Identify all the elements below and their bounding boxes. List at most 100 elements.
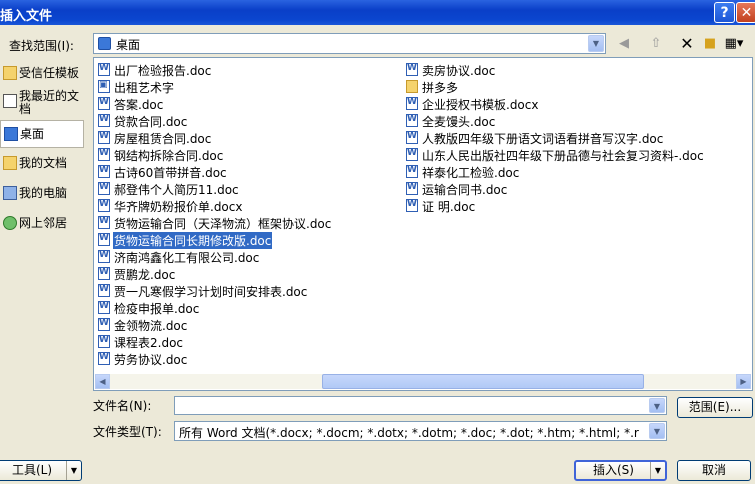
file-name: 古诗60首带拼音.doc bbox=[114, 166, 227, 180]
file-name: 郝登伟个人简历11.doc bbox=[114, 183, 239, 197]
file-name: 货物运输合同（天泽物流）框架协议.doc bbox=[114, 217, 332, 231]
word-doc-icon bbox=[98, 63, 110, 76]
word-doc-icon bbox=[406, 199, 418, 212]
file-name: 货物运输合同长期修改版.doc bbox=[113, 232, 273, 249]
place-my-computer[interactable]: 我的电脑 bbox=[0, 180, 84, 208]
tools-button[interactable]: 工具(L) ▼ bbox=[0, 460, 82, 481]
place-network[interactable]: 网上邻居 bbox=[0, 210, 84, 238]
image-file-icon bbox=[98, 80, 110, 93]
filename-label: 文件名(N): bbox=[93, 399, 152, 413]
word-doc-icon bbox=[98, 335, 110, 348]
file-name: 出厂检验报告.doc bbox=[114, 64, 212, 78]
word-doc-icon bbox=[98, 148, 110, 161]
tools-label: 工具(L) bbox=[11, 463, 53, 477]
place-label: 我的电脑 bbox=[19, 186, 68, 200]
file-name: 贷款合同.doc bbox=[114, 115, 188, 129]
file-name: 企业授权书模板.docx bbox=[422, 98, 539, 112]
folder-icon bbox=[406, 80, 418, 93]
word-doc-icon bbox=[406, 165, 418, 178]
file-name: 卖房协议.doc bbox=[422, 64, 496, 78]
place-label: 我最近的文档 bbox=[19, 89, 80, 116]
place-recent-docs[interactable]: 我最近的文档 bbox=[0, 88, 84, 122]
place-trusted-templates[interactable]: 受信任模板 bbox=[0, 60, 84, 88]
file-name: 祥泰化工检验.doc bbox=[422, 166, 520, 180]
word-doc-icon bbox=[98, 267, 110, 280]
scroll-thumb[interactable] bbox=[322, 374, 644, 389]
place-label: 网上邻居 bbox=[19, 216, 68, 230]
word-doc-icon bbox=[98, 318, 110, 331]
network-icon bbox=[3, 216, 17, 230]
back-icon[interactable]: ◀ bbox=[613, 35, 635, 53]
title-bar: 插入文件 ? ✕ bbox=[0, 0, 755, 25]
word-doc-icon bbox=[98, 352, 110, 365]
delete-icon[interactable]: ✕ bbox=[676, 35, 698, 53]
horizontal-scrollbar[interactable]: ◀ ▶ bbox=[95, 374, 751, 389]
desktop-icon bbox=[4, 127, 18, 141]
word-doc-icon bbox=[98, 284, 110, 297]
insert-label: 插入(S) bbox=[593, 463, 634, 477]
word-doc-icon bbox=[98, 301, 110, 314]
file-name: 全麦馒头.doc bbox=[422, 115, 496, 129]
file-name: 济南鸿鑫化工有限公司.doc bbox=[114, 251, 260, 265]
file-name: 金领物流.doc bbox=[114, 319, 188, 333]
file-name: 课程表2.doc bbox=[114, 336, 184, 350]
place-desktop[interactable]: 桌面 bbox=[0, 120, 84, 148]
place-label: 我的文档 bbox=[19, 156, 68, 170]
file-name: 贾一凡寒假学习计划时间安排表.doc bbox=[114, 285, 308, 299]
chevron-down-icon[interactable]: ▼ bbox=[649, 398, 665, 413]
word-doc-icon bbox=[98, 165, 110, 178]
file-name: 房屋租赁合同.doc bbox=[114, 132, 212, 146]
word-doc-icon bbox=[98, 199, 110, 212]
my-computer-icon bbox=[3, 186, 17, 200]
word-doc-icon bbox=[406, 97, 418, 110]
word-doc-icon bbox=[98, 182, 110, 195]
cancel-button[interactable]: 取消 bbox=[677, 460, 751, 481]
filetype-value: 所有 Word 文档(*.docx; *.docm; *.dotx; *.dot… bbox=[179, 426, 639, 440]
filetype-select[interactable]: 所有 Word 文档(*.docx; *.docm; *.dotx; *.dot… bbox=[174, 421, 667, 441]
word-doc-icon bbox=[98, 216, 110, 229]
word-doc-icon bbox=[406, 114, 418, 127]
file-name: 拼多多 bbox=[422, 81, 459, 95]
word-doc-icon bbox=[406, 148, 418, 161]
place-my-documents[interactable]: 我的文档 bbox=[0, 150, 84, 178]
scroll-right-icon[interactable]: ▶ bbox=[736, 374, 751, 389]
look-in-value: 桌面 bbox=[116, 38, 141, 52]
views-icon[interactable]: ▦▾ bbox=[723, 35, 745, 53]
close-button[interactable]: ✕ bbox=[736, 2, 755, 23]
chevron-down-icon[interactable]: ▼ bbox=[649, 423, 665, 439]
insert-button[interactable]: 插入(S) ▼ bbox=[574, 460, 667, 481]
range-button[interactable]: 范围(E)... bbox=[677, 397, 753, 418]
chevron-down-icon: ▼ bbox=[66, 461, 81, 480]
folder-icon bbox=[3, 66, 17, 80]
file-name: 华齐牌奶粉报价单.docx bbox=[114, 200, 243, 214]
look-in-dropdown[interactable]: 桌面 ▼ bbox=[93, 33, 606, 54]
place-label: 桌面 bbox=[20, 127, 45, 141]
word-doc-icon bbox=[98, 97, 110, 110]
scroll-left-icon[interactable]: ◀ bbox=[95, 374, 110, 389]
file-name: 检疫申报单.doc bbox=[114, 302, 200, 316]
look-in-label: 查找范围(I): bbox=[9, 39, 74, 53]
filename-input[interactable]: ▼ bbox=[174, 396, 667, 415]
my-documents-icon bbox=[3, 156, 17, 170]
help-button[interactable]: ? bbox=[714, 2, 735, 23]
file-name: 运输合同书.doc bbox=[422, 183, 508, 197]
place-label: 受信任模板 bbox=[19, 66, 80, 80]
word-doc-icon bbox=[406, 63, 418, 76]
chevron-down-icon: ▼ bbox=[650, 462, 665, 479]
word-doc-icon bbox=[98, 131, 110, 144]
word-doc-icon bbox=[98, 233, 110, 246]
up-folder-icon[interactable]: ⇧ bbox=[645, 35, 667, 53]
new-folder-icon[interactable]: ■ bbox=[699, 35, 721, 53]
file-name: 证 明.doc bbox=[422, 200, 476, 214]
word-doc-icon bbox=[98, 250, 110, 263]
recent-docs-icon bbox=[3, 94, 17, 108]
places-bar: 受信任模板 我最近的文档 桌面 我的文档 我的电脑 网上邻居 bbox=[0, 58, 84, 451]
chevron-down-icon[interactable]: ▼ bbox=[588, 35, 604, 52]
file-name: 劳务协议.doc bbox=[114, 353, 188, 367]
file-list[interactable]: 出厂检验报告.doc 出租艺术字答案.doc 贷款合同.doc 房屋租赁合同.doc 钢… bbox=[93, 57, 753, 391]
desktop-icon bbox=[98, 37, 111, 50]
file-name: 出租艺术字 bbox=[114, 81, 175, 95]
file-name: 人教版四年级下册语文词语看拼音写汉字.doc bbox=[422, 132, 664, 146]
file-name: 山东人民出版社四年级下册品德与社会复习资料-.doc bbox=[422, 149, 704, 163]
word-doc-icon bbox=[406, 182, 418, 195]
